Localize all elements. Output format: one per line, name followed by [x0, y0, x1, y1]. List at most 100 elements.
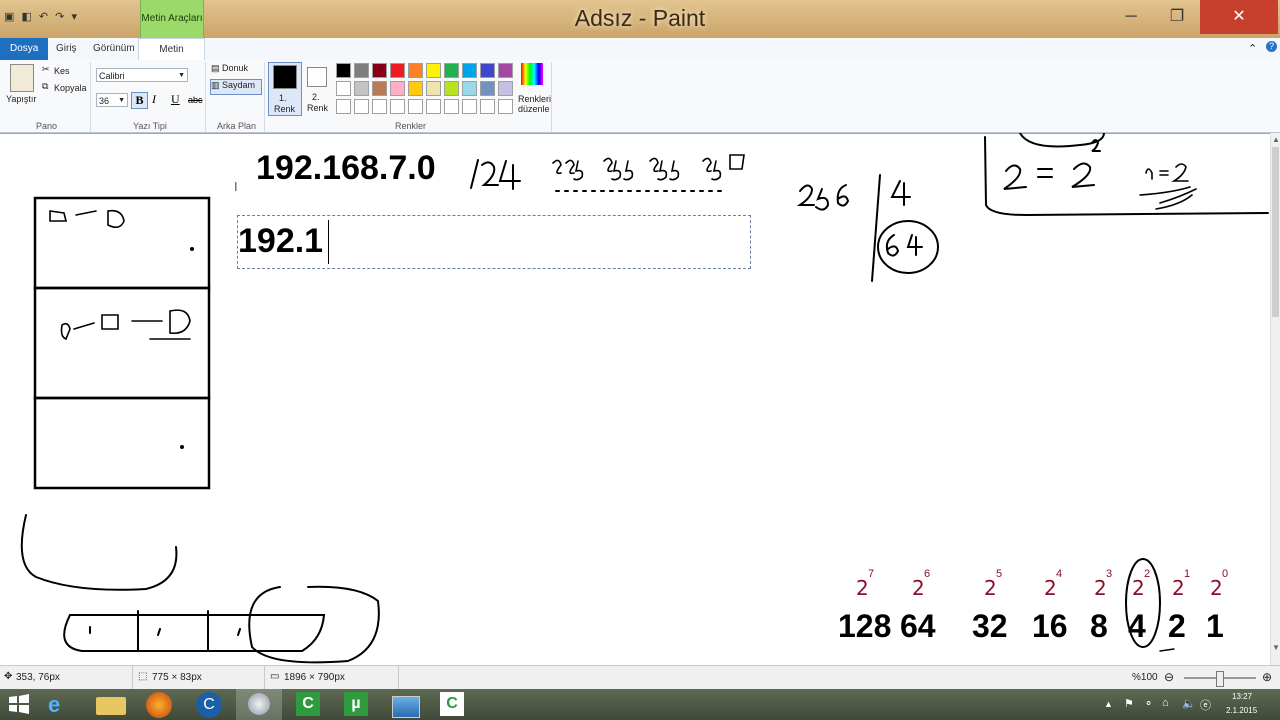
font-size-value: 36: [99, 96, 110, 106]
tray-network-icon[interactable]: ⚬: [1144, 697, 1153, 710]
edit-colors-icon[interactable]: [521, 63, 543, 85]
opaque-button[interactable]: ▤ Donuk: [211, 63, 261, 76]
separator: [264, 62, 265, 132]
underline-button[interactable]: U: [171, 92, 180, 107]
vertical-scrollbar[interactable]: ▲ ▼: [1270, 133, 1280, 665]
scroll-down-icon[interactable]: ▼: [1272, 643, 1280, 652]
zoom-slider[interactable]: [1184, 671, 1256, 687]
palette-color-swatch[interactable]: [336, 63, 351, 78]
font-group-label: Yazı Tipi: [133, 121, 167, 131]
palette-color-swatch[interactable]: [390, 81, 405, 96]
palette-color-swatch[interactable]: [336, 81, 351, 96]
color1-button[interactable]: 1. Renk: [268, 62, 302, 116]
utorrent-icon[interactable]: µ: [344, 692, 368, 716]
palette-color-swatch[interactable]: [354, 81, 369, 96]
zoom-slider-thumb[interactable]: [1216, 671, 1224, 687]
background-group-label: Arka Plan: [217, 121, 257, 131]
taskbar: [0, 689, 1280, 720]
palette-color-swatch[interactable]: [480, 99, 495, 114]
ribbon-tabs: Dosya Giriş Görünüm Metin ⌃ ?: [0, 38, 1280, 61]
tab-home[interactable]: Giriş: [46, 38, 87, 60]
separator: [264, 666, 265, 690]
tray-app-icon[interactable]: ⓔ: [1200, 697, 1211, 713]
transparent-button[interactable]: ▥ Saydam: [210, 79, 262, 95]
close-button[interactable]: ✕: [1200, 0, 1278, 34]
palette-color-swatch[interactable]: [480, 81, 495, 96]
opaque-label: Donuk: [222, 63, 249, 73]
scroll-up-icon[interactable]: ▲: [1272, 135, 1280, 144]
palette-color-swatch[interactable]: [444, 99, 459, 114]
start-button[interactable]: [8, 694, 30, 714]
font-family-select[interactable]: Calibri ▼: [96, 68, 188, 82]
tab-view[interactable]: Görünüm: [83, 38, 145, 60]
tray-flag-icon[interactable]: ⚑: [1124, 697, 1134, 710]
firefox-icon[interactable]: [146, 692, 172, 718]
palette-color-swatch[interactable]: [408, 81, 423, 96]
cut-icon[interactable]: ✂: [42, 64, 50, 75]
chevron-down-icon: ▼: [118, 97, 125, 104]
separator: [205, 62, 206, 132]
palette-color-swatch[interactable]: [408, 63, 423, 78]
scroll-thumb[interactable]: [1272, 147, 1279, 317]
palette-color-swatch[interactable]: [498, 63, 513, 78]
italic-button[interactable]: I: [152, 92, 156, 107]
color2-label-1: 2.: [312, 92, 320, 102]
collapse-ribbon-icon[interactable]: ⌃: [1248, 42, 1257, 55]
clock-date[interactable]: 2.1.2015: [1226, 706, 1257, 715]
file-explorer-icon[interactable]: [96, 697, 126, 715]
photo-viewer-icon[interactable]: [392, 696, 420, 718]
internet-explorer-icon[interactable]: e: [48, 692, 78, 717]
zoom-out-icon[interactable]: ⊖: [1164, 670, 1174, 684]
help-icon[interactable]: ?: [1266, 41, 1277, 52]
tray-network-icon[interactable]: ⌂: [1162, 697, 1169, 709]
hand-drawings: [20, 133, 1269, 664]
palette-color-swatch[interactable]: [426, 81, 441, 96]
cut-button[interactable]: Kes: [54, 66, 70, 76]
palette-color-swatch[interactable]: [498, 99, 513, 114]
palette-color-swatch[interactable]: [498, 81, 513, 96]
clock-time[interactable]: 13:27: [1232, 692, 1252, 701]
palette-color-swatch[interactable]: [462, 99, 477, 114]
palette-color-swatch[interactable]: [336, 99, 351, 114]
palette-color-swatch[interactable]: [462, 81, 477, 96]
palette-color-swatch[interactable]: [372, 63, 387, 78]
zoom-in-icon[interactable]: ⊕: [1262, 670, 1272, 684]
taskbar-active-paint[interactable]: [236, 689, 282, 720]
color2-button[interactable]: 2. Renk: [302, 62, 334, 114]
palette-color-swatch[interactable]: [426, 63, 441, 78]
palette-color-swatch[interactable]: [354, 99, 369, 114]
tab-file[interactable]: Dosya: [0, 38, 48, 60]
maximize-button[interactable]: ❐: [1154, 0, 1200, 34]
paste-icon[interactable]: [10, 64, 34, 92]
color2-swatch: [307, 67, 327, 87]
color2-label-2: Renk: [307, 103, 329, 113]
font-family-value: Calibri: [99, 71, 125, 81]
palette-color-swatch[interactable]: [426, 99, 441, 114]
font-size-select[interactable]: 36 ▼: [96, 93, 128, 107]
camtasia-recorder-icon[interactable]: C: [440, 692, 464, 716]
bold-button[interactable]: B: [131, 92, 148, 109]
edit-colors-label-2[interactable]: düzenle: [518, 104, 550, 114]
palette-color-swatch[interactable]: [390, 63, 405, 78]
palette-color-swatch[interactable]: [390, 99, 405, 114]
tray-arrow-icon[interactable]: ▲: [1104, 699, 1113, 709]
palette-color-swatch[interactable]: [354, 63, 369, 78]
volume-icon[interactable]: 🔈: [1182, 697, 1196, 710]
palette-color-swatch[interactable]: [372, 99, 387, 114]
palette-color-swatch[interactable]: [372, 81, 387, 96]
palette-color-swatch[interactable]: [408, 99, 423, 114]
palette-color-swatch[interactable]: [444, 81, 459, 96]
minimize-button[interactable]: ─: [1108, 0, 1154, 34]
copy-button[interactable]: Kopyala: [54, 83, 87, 93]
camtasia-icon[interactable]: C: [296, 692, 320, 716]
paste-button[interactable]: Yapıştır: [6, 94, 36, 104]
app-c-icon[interactable]: C: [196, 692, 222, 718]
copy-icon[interactable]: ⧉: [42, 81, 48, 92]
tab-text[interactable]: Metin: [138, 38, 205, 61]
strikethrough-button[interactable]: abc: [188, 95, 203, 105]
palette-color-swatch[interactable]: [462, 63, 477, 78]
palette-color-swatch[interactable]: [480, 63, 495, 78]
edit-colors-label-1[interactable]: Renkleri: [518, 94, 551, 104]
selection-icon: ⬚: [138, 671, 148, 682]
palette-color-swatch[interactable]: [444, 63, 459, 78]
